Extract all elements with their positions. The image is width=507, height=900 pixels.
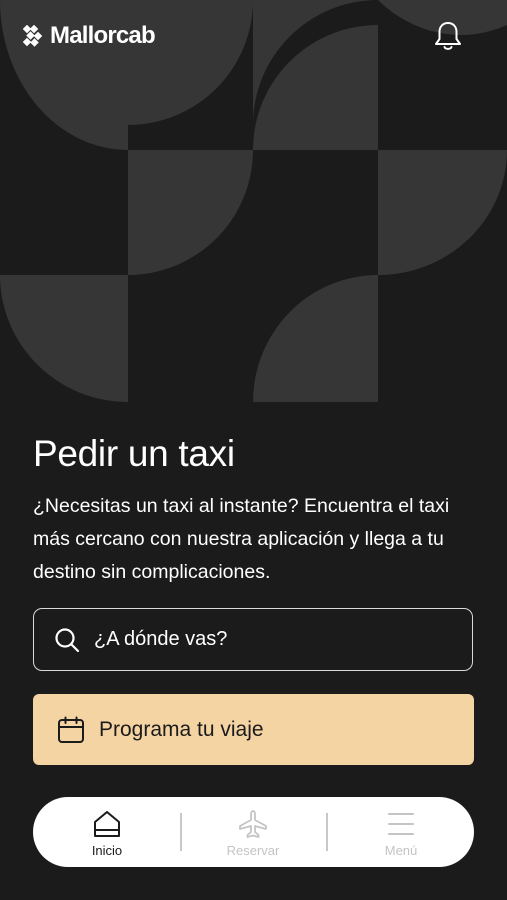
- nav-label-inicio: Inicio: [91, 843, 123, 858]
- calendar-icon: [58, 716, 84, 743]
- notifications-button[interactable]: [430, 18, 466, 54]
- home-screen: Mallorcab Pedir un taxi ¿Necesitas un ta…: [0, 0, 507, 900]
- brand-logo: Mallorcab: [23, 22, 156, 50]
- page-description: ¿Necesitas un taxi al instante? Encuentr…: [33, 495, 450, 583]
- nav-item-reservar[interactable]: Reservar: [193, 797, 313, 867]
- nav-divider: [180, 813, 182, 851]
- nav-label-menu: Menú: [384, 843, 418, 858]
- page-title: Pedir un taxi: [33, 433, 235, 474]
- logo-text: Mallorcab: [50, 22, 156, 49]
- airplane-icon: [239, 810, 267, 838]
- schedule-trip-label: Programa tu viaje: [99, 717, 264, 741]
- bell-icon: [435, 22, 461, 50]
- search-input[interactable]: [94, 628, 424, 651]
- nav-item-inicio[interactable]: Inicio: [47, 797, 167, 867]
- menu-icon: [388, 813, 414, 835]
- schedule-trip-button[interactable]: Programa tu viaje: [33, 694, 474, 765]
- app-header: Mallorcab: [0, 0, 507, 75]
- search-icon: [55, 627, 80, 652]
- logo-icon: [23, 25, 43, 47]
- destination-search[interactable]: [33, 608, 473, 671]
- nav-label-reservar: Reservar: [226, 843, 280, 858]
- home-icon: [94, 811, 120, 837]
- nav-item-menu[interactable]: Menú: [341, 797, 461, 867]
- bottom-navigation: Inicio Reservar Menú: [33, 797, 474, 867]
- nav-divider: [326, 813, 328, 851]
